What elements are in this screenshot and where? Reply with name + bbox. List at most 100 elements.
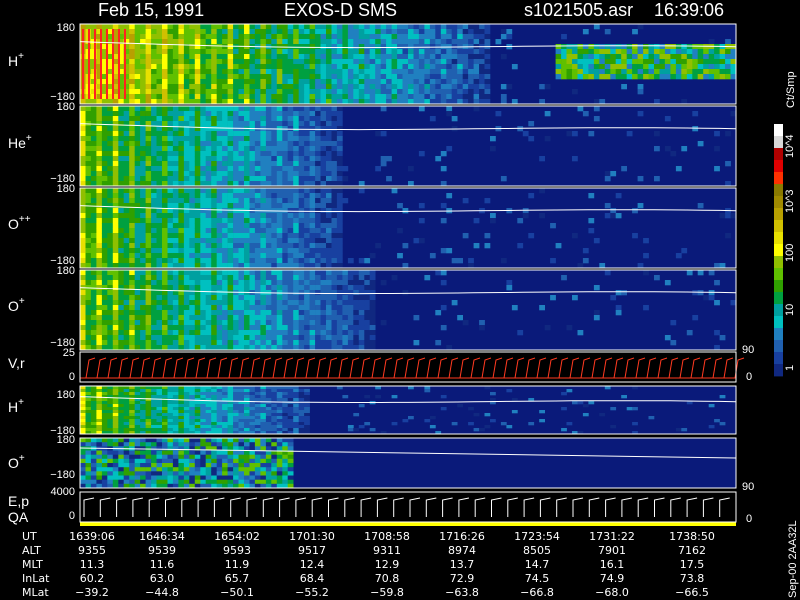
heat-cell [85,442,92,447]
heat-cell [413,34,420,40]
heat-cell [304,89,310,95]
heat-cell [200,395,207,399]
heat-cell [260,340,267,346]
heat-cell [364,320,371,326]
heat-cell [80,208,86,214]
heat-cell [572,64,578,70]
heat-cell [216,389,223,393]
heat-cell [233,69,239,75]
heat-cell [375,49,381,55]
heat-cell [151,410,157,414]
heat-cell [265,49,272,55]
heat-cell [326,49,332,55]
heat-cell [85,404,92,408]
heat-cell [123,389,130,393]
heat-cell [260,34,267,40]
heat-cell [178,151,185,157]
heat-cell [156,34,163,40]
heat-cell [90,330,97,336]
heat-cell [347,94,354,100]
heat-cell [189,34,196,40]
heat-cell [320,213,327,219]
heat-cell [233,258,239,264]
heat-cell [500,54,507,60]
heat-cell [205,121,212,127]
heat-cell [315,238,321,244]
heat-cell [194,275,201,281]
heat-cell [227,310,234,316]
heat-cell [298,419,305,423]
heat-cell [468,24,474,30]
heat-cell [298,156,305,162]
heat-cell [200,34,207,40]
heat-cell [80,335,86,341]
heat-cell [260,238,267,244]
heat-cell [643,59,649,65]
heat-cell [227,106,234,112]
heat-cell [293,171,299,177]
heat-cell [200,410,207,414]
heat-cell [129,49,135,55]
heat-cell [260,223,267,229]
heat-cell [172,39,179,45]
heat-cell [331,146,338,152]
heat-cell [134,111,141,117]
heat-cell [145,49,152,55]
heat-cell [391,64,398,70]
heat-cell [96,422,103,426]
heat-cell [254,330,261,336]
heat-cell [205,416,212,420]
heat-cell [151,49,157,55]
heat-cell [265,131,272,137]
heat-cell [265,223,272,229]
heat-cell [222,330,228,336]
heat-cell [364,422,371,426]
heat-cell [336,69,343,75]
heat-cell [654,54,660,60]
heat-cell [260,428,267,432]
heat-cell [468,29,474,35]
heat-cell [194,401,201,405]
heat-cell [194,233,201,239]
heat-cell [336,141,343,147]
heat-cell [249,270,256,276]
heat-cell [315,156,321,162]
heat-cell [353,270,360,276]
heat-cell [96,463,103,468]
heat-cell [304,407,310,411]
heat-cell [189,203,196,209]
heat-cell [205,106,212,112]
heat-cell [123,198,130,204]
heat-cell [402,74,409,80]
heat-cell [282,176,289,182]
heat-cell [697,141,704,147]
heat-cell [112,166,119,172]
heat-cell [249,198,256,204]
heat-cell [244,392,250,396]
heat-cell [293,258,299,264]
heat-cell [309,34,316,40]
heat-cell [730,213,737,219]
heat-cell [380,131,387,137]
heat-cell [200,146,207,152]
heat-cell [101,171,108,177]
heat-cell [282,59,289,65]
heat-cell [282,395,289,399]
heat-cell [140,258,146,264]
heat-cell [178,223,185,229]
heat-cell [353,335,360,341]
heat-cell [244,422,250,426]
heat-cell [140,425,146,429]
heat-cell [205,419,212,423]
heat-cell [80,463,86,468]
heat-cell [462,39,469,45]
heat-cell [315,131,321,137]
heat-cell [424,49,431,55]
heat-cell [189,213,196,219]
heat-cell [80,413,86,417]
heat-cell [304,416,310,420]
heat-cell [380,44,387,50]
heat-cell [282,330,289,336]
heat-cell [216,233,223,239]
heat-cell [194,203,201,209]
